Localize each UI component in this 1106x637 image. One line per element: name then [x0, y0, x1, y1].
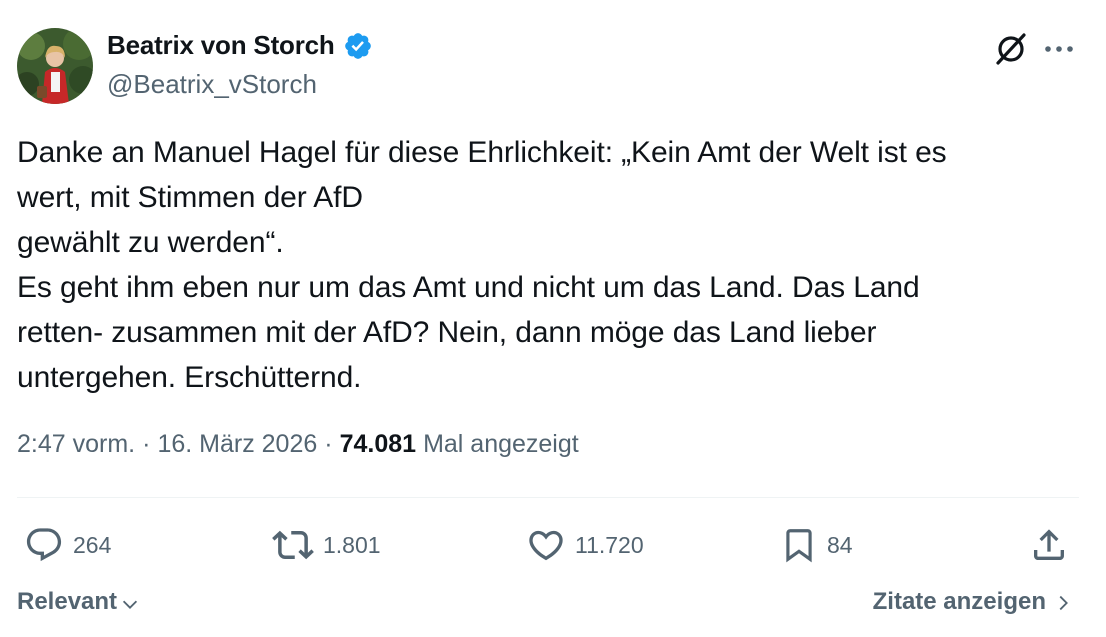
like-button[interactable]: 11.720: [526, 518, 644, 572]
sort-dropdown[interactable]: Relevant: [17, 588, 141, 616]
tweet-text-line: wert, mit Stimmen der AfD: [17, 181, 363, 214]
avatar-image: [17, 28, 93, 104]
tweet-text-line: Danke an Manuel Hagel für diese Ehrlichk…: [17, 136, 947, 169]
views-count: 74.081: [339, 430, 417, 458]
verified-badge-icon[interactable]: [343, 31, 373, 61]
author-name-row[interactable]: Beatrix von Storch: [107, 30, 373, 61]
repost-button[interactable]: 1.801: [272, 518, 381, 572]
tweet-text-line: gewählt zu werden“.: [17, 226, 284, 259]
reply-icon: [26, 528, 62, 562]
tweet-text-line: untergehen. Erschütternd.: [17, 361, 362, 394]
tweet-date[interactable]: 16. März 2026: [157, 430, 317, 459]
bookmark-button[interactable]: 84: [780, 518, 853, 572]
author-display-name[interactable]: Beatrix von Storch: [107, 30, 335, 61]
meta-separator: ·: [324, 430, 333, 458]
tweet-text-line: Es geht ihm eben nur um das Amt und nich…: [17, 271, 920, 304]
bookmark-count: 84: [827, 531, 853, 558]
tweet-top-actions: [992, 30, 1078, 68]
like-count: 11.720: [575, 531, 644, 558]
action-bar: 264 1.801 11.720 84: [0, 518, 1106, 572]
reply-button[interactable]: 264: [24, 518, 111, 572]
chevron-right-icon: [1059, 595, 1068, 611]
tweet-meta: 2:47 vorm. · 16. März 2026 · 74.081 Mal …: [17, 430, 579, 459]
share-icon: [1034, 529, 1064, 560]
tweet-time[interactable]: 2:47 vorm.: [17, 430, 135, 459]
avatar[interactable]: [17, 28, 93, 104]
view-quotes-label: Zitate anzeigen: [872, 588, 1046, 615]
meta-separator: ·: [142, 430, 151, 458]
share-button[interactable]: [1029, 518, 1069, 572]
author-handle[interactable]: @Beatrix_vStorch: [107, 69, 317, 100]
reply-count: 264: [73, 531, 112, 558]
sort-label: Relevant: [17, 588, 118, 615]
repost-icon: [272, 530, 314, 560]
bookmark-icon: [786, 529, 812, 563]
views-label: Mal angezeigt: [423, 430, 579, 458]
tweet-text: Danke an Manuel Hagel für diese Ehrlichk…: [17, 130, 1077, 400]
divider: [17, 497, 1079, 498]
more-icon[interactable]: [1040, 30, 1078, 68]
view-quotes-link[interactable]: Zitate anzeigen: [873, 588, 1074, 616]
heart-icon: [529, 530, 563, 561]
grok-icon[interactable]: [992, 30, 1030, 68]
chevron-down-icon: [122, 600, 138, 609]
repost-count: 1.801: [323, 531, 381, 558]
tweet-text-line: retten- zusammen mit der AfD? Nein, dann…: [17, 316, 877, 349]
